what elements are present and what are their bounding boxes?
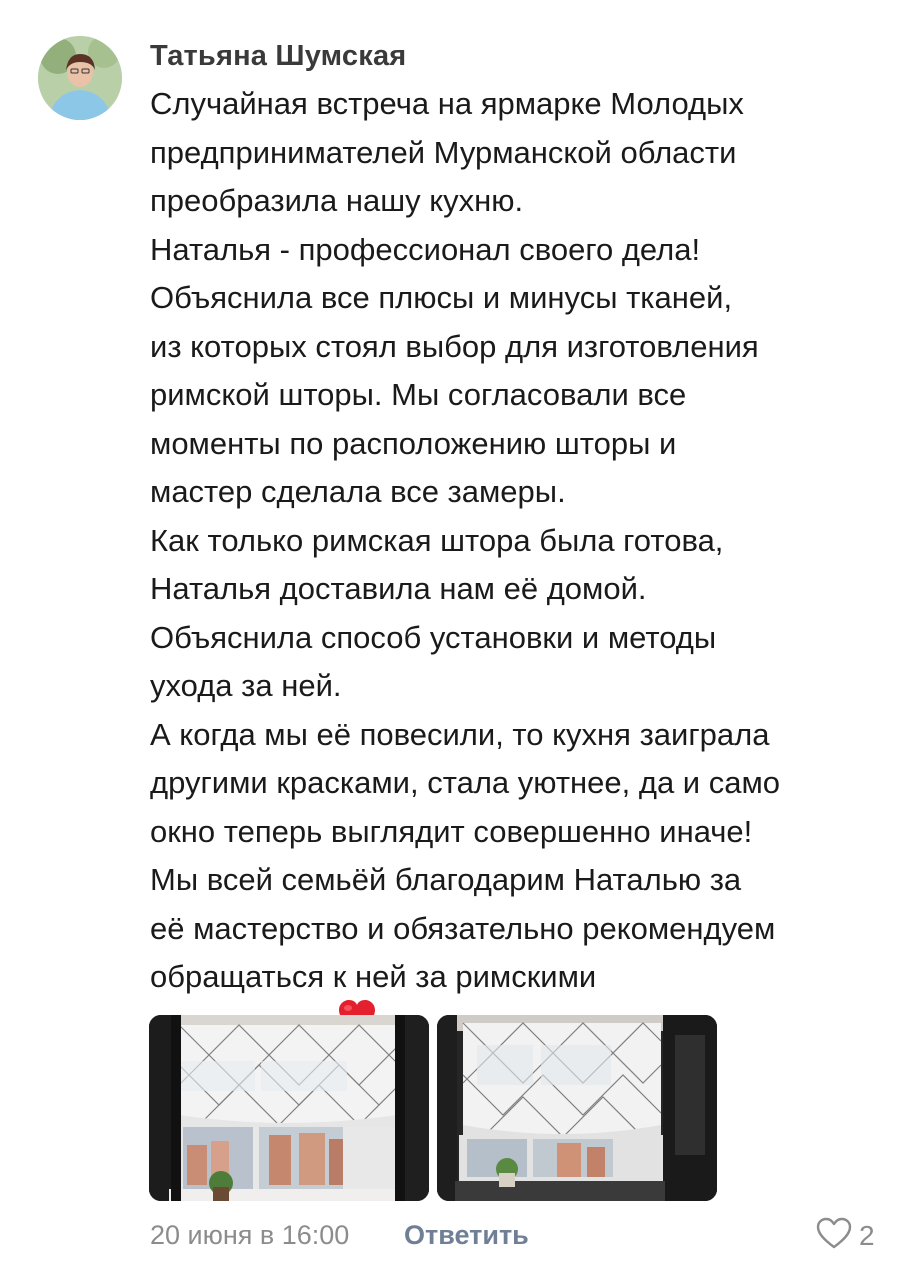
comment-line: А когда мы её повесили, то кухня заиграл… [150, 716, 770, 752]
comment-line: римской шторы. Мы согласовали все [150, 377, 687, 412]
comment-text: Случайная встреча на ярмарке Молодых пре… [150, 80, 890, 1050]
comment-line: Объяснила все плюсы и минусы тканей, [150, 280, 733, 315]
heart-outline-icon [815, 1216, 853, 1255]
comment-line: Наталья - профессионал своего дела! [150, 231, 701, 267]
comment-line: Объяснила способ установки и методы [150, 619, 717, 655]
photo-window-1[interactable] [149, 1015, 429, 1201]
comment-line: ухода за ней. [150, 668, 342, 703]
comment-line: предпринимателей Мурманской области [150, 134, 737, 170]
comment-line: из которых стоял выбор для изготовления [150, 328, 759, 364]
comment-line: окно теперь выглядит совершенно иначе! [150, 813, 753, 849]
reply-button[interactable]: Ответить [404, 1220, 529, 1251]
avatar[interactable] [38, 36, 122, 120]
comment-line: мастер сделала все замеры. [150, 474, 566, 509]
comment-line: Случайная встреча на ярмарке Молодых [150, 86, 744, 121]
comment-line: другими красками, стала уютнее, да и сам… [150, 765, 781, 800]
like-count: 2 [859, 1219, 875, 1251]
comment-line: Наталья доставила нам её домой. [150, 571, 647, 606]
comment-date: 20 июня в 16:00 [150, 1220, 350, 1250]
comment-line: моменты по расположению шторы и [150, 425, 677, 461]
comment-line: Как только римская штора была готова, [150, 522, 724, 558]
comment-line: преобразила нашу кухню. [150, 183, 524, 218]
author-name[interactable]: Татьяна Шумская [150, 40, 406, 73]
comment-line: Мы всей семьёй благодарим Наталью за [150, 862, 742, 897]
comment-line: её мастерство и обязательно рекомендуем [150, 910, 776, 946]
like-button[interactable]: 2 [815, 1216, 875, 1255]
photo-window-2[interactable] [437, 1015, 717, 1201]
comment-line: обращаться к ней за римскими [150, 959, 597, 994]
